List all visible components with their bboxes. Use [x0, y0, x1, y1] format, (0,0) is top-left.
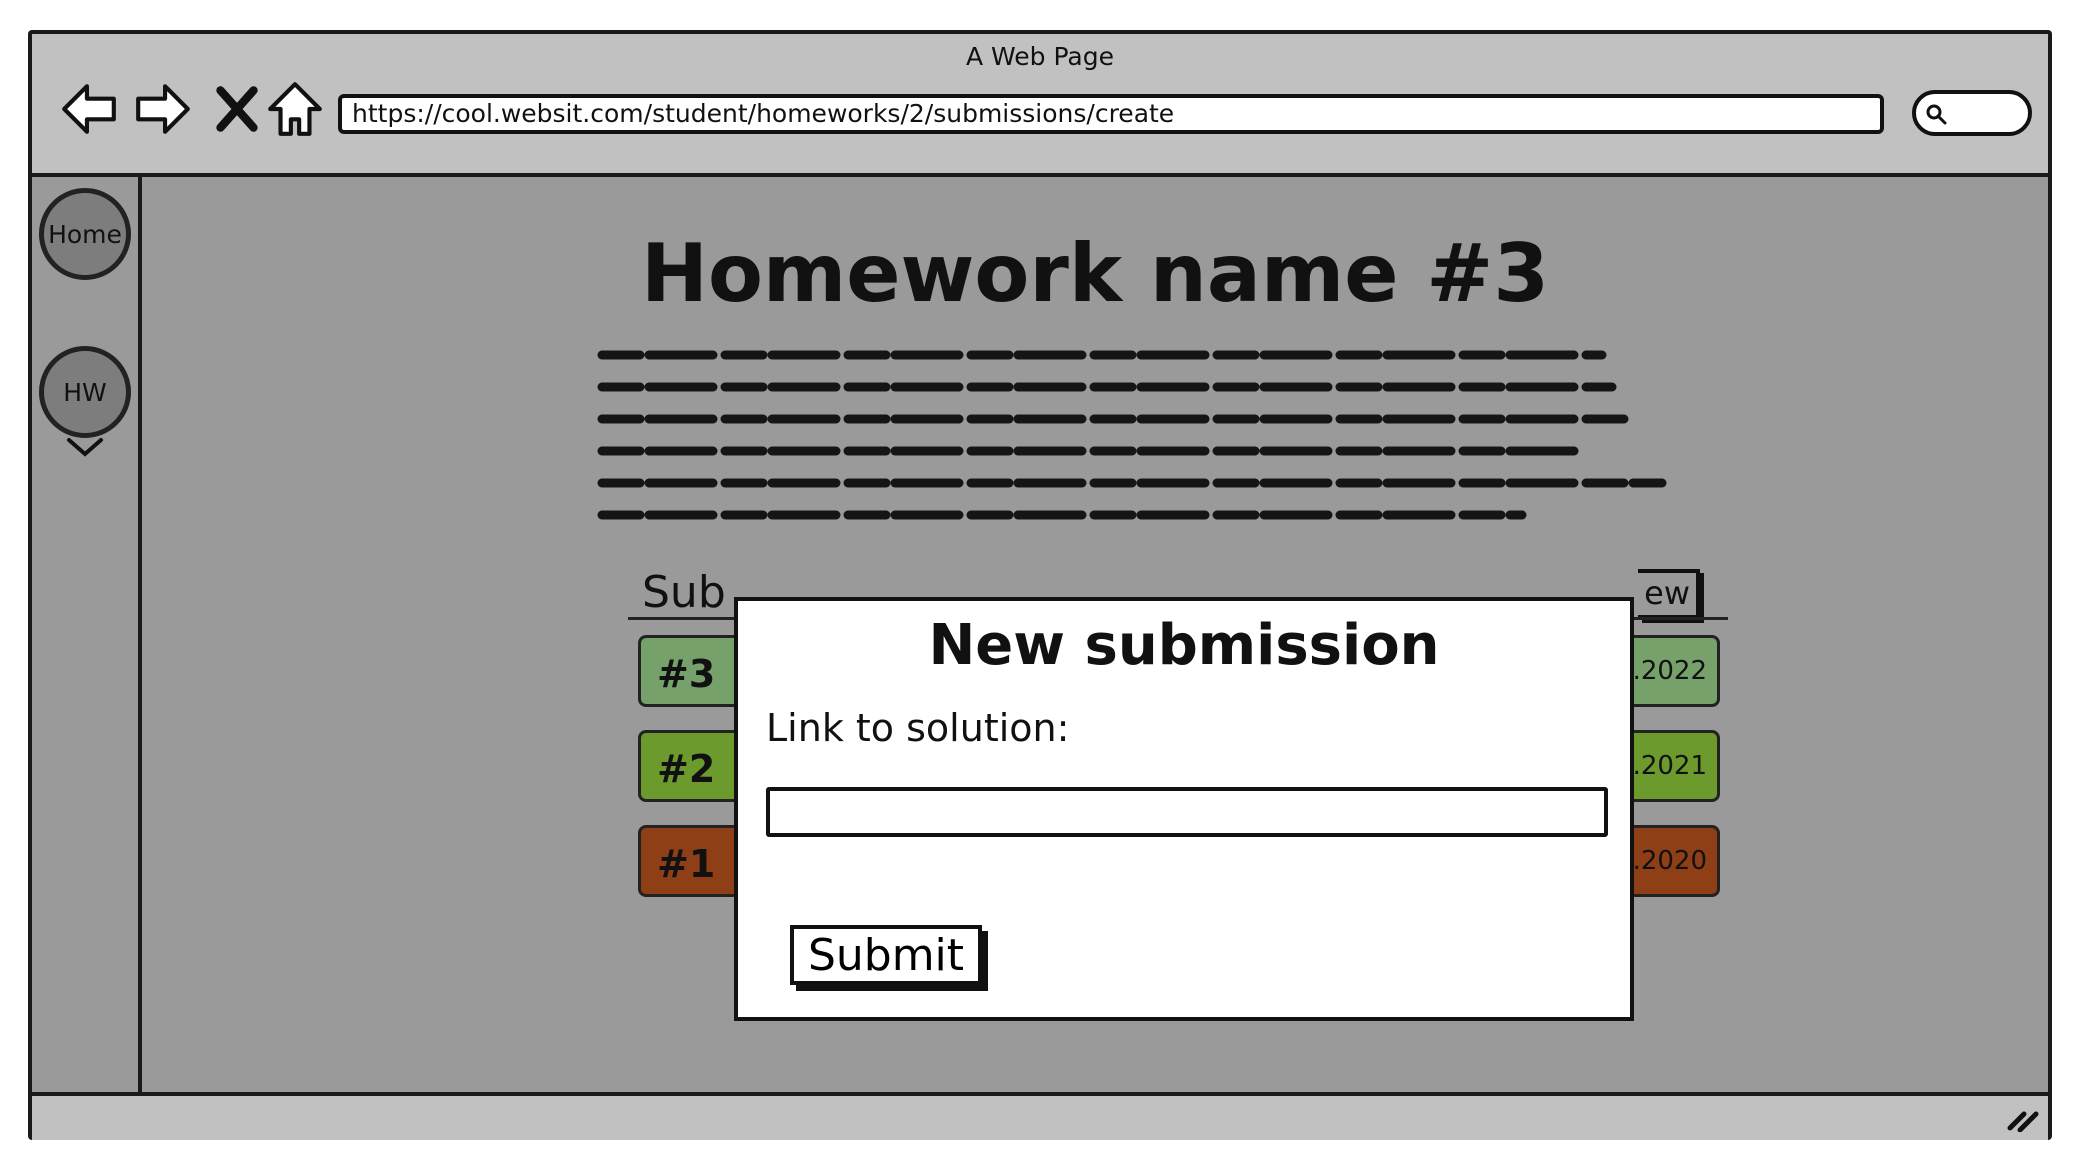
status-bar	[32, 1092, 2048, 1140]
address-bar[interactable]: https://cool.websit.com/student/homework…	[338, 94, 1884, 134]
new-submission-dialog: New submission Link to solution: Submit	[734, 597, 1634, 1021]
submission-number: #3	[657, 652, 716, 696]
new-submission-button[interactable]: ew	[1638, 569, 1700, 619]
resize-grip-icon[interactable]	[2006, 1106, 2040, 1132]
sidebar-item-hw[interactable]: HW	[39, 346, 131, 438]
forward-icon[interactable]	[132, 78, 194, 140]
browser-window: A Web Page https://cool.websit.com/stude…	[28, 30, 2052, 1140]
sidebar-item-home[interactable]: Home	[39, 188, 131, 280]
home-icon[interactable]	[264, 78, 326, 140]
submission-date: .2021	[1632, 751, 1707, 781]
page-content: Homework name #3 Sub ew #3 .2022 #2 .202…	[142, 177, 2048, 1092]
browser-toolbar: A Web Page https://cool.websit.com/stude…	[32, 34, 2048, 177]
submission-date: .2020	[1632, 846, 1707, 876]
submission-number: #1	[657, 842, 716, 886]
submission-date: .2022	[1632, 656, 1707, 686]
submissions-heading: Sub	[642, 567, 726, 618]
submission-number: #2	[657, 747, 716, 791]
solution-link-input[interactable]	[766, 787, 1608, 837]
back-icon[interactable]	[58, 78, 120, 140]
window-title: A Web Page	[965, 42, 1115, 71]
submit-button[interactable]: Submit	[790, 925, 982, 985]
sidebar-item-label: HW	[63, 377, 107, 407]
dialog-title: New submission	[928, 613, 1440, 678]
search-icon	[1926, 104, 1947, 125]
sidebar: Home HW	[32, 177, 142, 1092]
browser-search-field[interactable]	[1912, 90, 2032, 136]
sidebar-item-label: Home	[48, 219, 122, 249]
stop-icon[interactable]	[206, 78, 268, 140]
link-field-label: Link to solution:	[766, 706, 1070, 750]
